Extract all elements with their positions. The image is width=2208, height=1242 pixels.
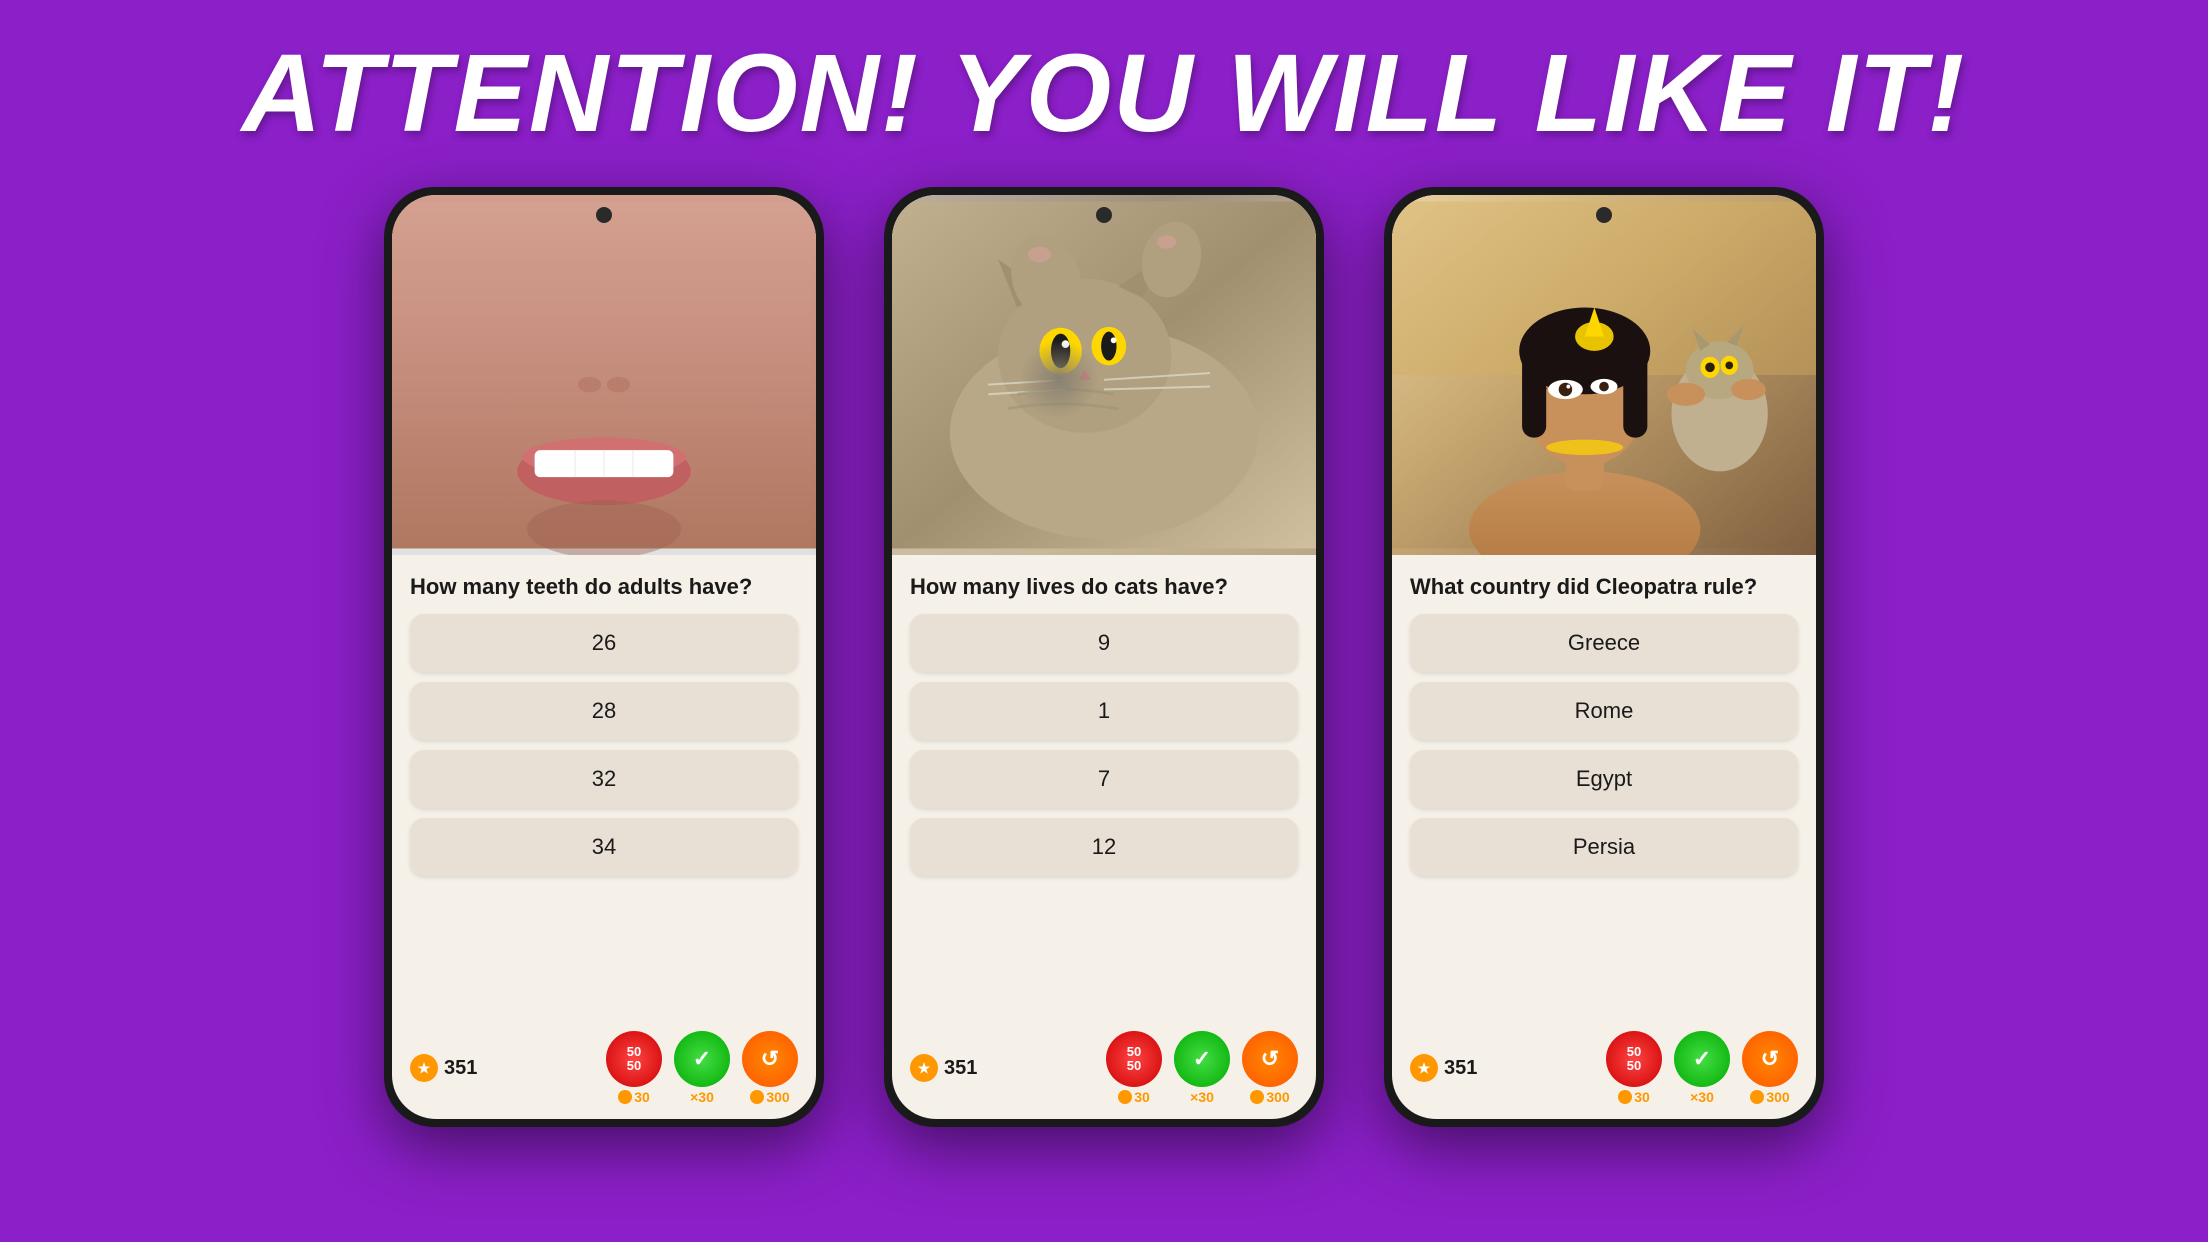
phone-3-wrapper: What country did Cleopatra rule? Greece … — [1384, 187, 1824, 1127]
phone-2-image — [892, 195, 1316, 555]
check-button-1[interactable]: ✓ — [674, 1031, 730, 1087]
powerup-check-2: ✓ ×30 — [1174, 1031, 1230, 1105]
lightning-cost-2: 300 — [1250, 1089, 1289, 1105]
phone-2: How many lives do cats have? 9 1 7 12 ★ … — [884, 187, 1324, 1127]
fifty-cost-2: 30 — [1118, 1089, 1150, 1105]
phone-3-answer-4[interactable]: Persia — [1410, 818, 1798, 876]
phone-2-answer-1[interactable]: 9 — [910, 614, 1298, 672]
phone-3-camera — [1596, 207, 1612, 223]
powerup-fifty-3: 5050 30 — [1606, 1031, 1662, 1105]
phone-2-answer-4[interactable]: 12 — [910, 818, 1298, 876]
phone-3-answer-2[interactable]: Rome — [1410, 682, 1798, 740]
phone-3-footer: ★ 351 5050 30 — [1392, 1025, 1816, 1119]
powerup-check-1: ✓ ×30 — [674, 1031, 730, 1105]
lightning-button-2[interactable]: ↺ — [1242, 1031, 1298, 1087]
phone-2-coins: ★ 351 — [910, 1054, 977, 1082]
coin-count-2: 351 — [944, 1057, 977, 1080]
phone-1-footer: ★ 351 5050 30 — [392, 1025, 816, 1119]
phone-3-content: What country did Cleopatra rule? Greece … — [1392, 555, 1816, 1025]
fifty-button-1[interactable]: 5050 — [606, 1031, 662, 1087]
phone-2-content: How many lives do cats have? 9 1 7 12 — [892, 555, 1316, 1025]
phone-1-image — [392, 195, 816, 555]
phone-1-answer-2[interactable]: 28 — [410, 682, 798, 740]
powerup-fifty-1: 5050 30 — [606, 1031, 662, 1105]
smile-image — [392, 195, 816, 555]
phone-1: How many teeth do adults have? 26 28 32 … — [384, 187, 824, 1127]
coin-count-1: 351 — [444, 1057, 477, 1080]
phone-3-question: What country did Cleopatra rule? — [1410, 573, 1798, 602]
lightning-button-3[interactable]: ↺ — [1742, 1031, 1798, 1087]
lightning-cost-3: 300 — [1750, 1089, 1789, 1105]
coin-icon-3: ★ — [1410, 1054, 1438, 1082]
powerup-lightning-3: ↺ 300 — [1742, 1031, 1798, 1105]
lightning-button-1[interactable]: ↺ — [742, 1031, 798, 1087]
phone-2-answer-3[interactable]: 7 — [910, 750, 1298, 808]
phone-1-answer-4[interactable]: 34 — [410, 818, 798, 876]
check-button-3[interactable]: ✓ — [1674, 1031, 1730, 1087]
phone-2-wrapper: How many lives do cats have? 9 1 7 12 ★ … — [884, 187, 1324, 1127]
phones-container: How many teeth do adults have? 26 28 32 … — [0, 187, 2208, 1127]
phone-1-powerups: 5050 30 ✓ ×30 — [606, 1031, 798, 1105]
fifty-button-3[interactable]: 5050 — [1606, 1031, 1662, 1087]
cleopatra-image — [1392, 195, 1816, 555]
check-cost-2: ×30 — [1190, 1089, 1214, 1105]
powerup-lightning-1: ↺ 300 — [742, 1031, 798, 1105]
check-cost-1: ×30 — [690, 1089, 714, 1105]
phone-1-coins: ★ 351 — [410, 1054, 477, 1082]
cat-image — [892, 195, 1316, 555]
phone-2-powerups: 5050 30 ✓ ×30 — [1106, 1031, 1298, 1105]
phone-3-powerups: 5050 30 ✓ ×30 — [1606, 1031, 1798, 1105]
phone-2-camera — [1096, 207, 1112, 223]
phone-1-answer-3[interactable]: 32 — [410, 750, 798, 808]
phone-3-answer-1[interactable]: Greece — [1410, 614, 1798, 672]
phone-1-wrapper: How many teeth do adults have? 26 28 32 … — [384, 187, 824, 1127]
lightning-cost-1: 300 — [750, 1089, 789, 1105]
fifty-button-2[interactable]: 5050 — [1106, 1031, 1162, 1087]
coin-icon-1: ★ — [410, 1054, 438, 1082]
powerup-fifty-2: 5050 30 — [1106, 1031, 1162, 1105]
powerup-lightning-2: ↺ 300 — [1242, 1031, 1298, 1105]
phone-1-camera — [596, 207, 612, 223]
check-button-2[interactable]: ✓ — [1174, 1031, 1230, 1087]
phone-2-footer: ★ 351 5050 30 — [892, 1025, 1316, 1119]
phone-1-content: How many teeth do adults have? 26 28 32 … — [392, 555, 816, 1025]
phone-3-answer-3[interactable]: Egypt — [1410, 750, 1798, 808]
phone-1-question: How many teeth do adults have? — [410, 573, 798, 602]
phone-3: What country did Cleopatra rule? Greece … — [1384, 187, 1824, 1127]
phone-2-question: How many lives do cats have? — [910, 573, 1298, 602]
phone-3-image — [1392, 195, 1816, 555]
fifty-cost-1: 30 — [618, 1089, 650, 1105]
phone-3-coins: ★ 351 — [1410, 1054, 1477, 1082]
powerup-check-3: ✓ ×30 — [1674, 1031, 1730, 1105]
coin-icon-2: ★ — [910, 1054, 938, 1082]
coin-count-3: 351 — [1444, 1057, 1477, 1080]
phone-1-answer-1[interactable]: 26 — [410, 614, 798, 672]
fifty-cost-3: 30 — [1618, 1089, 1650, 1105]
page-title: ATTENTION! YOU WILL LIKE IT! — [242, 30, 1966, 157]
phone-2-answer-2[interactable]: 1 — [910, 682, 1298, 740]
check-cost-3: ×30 — [1690, 1089, 1714, 1105]
